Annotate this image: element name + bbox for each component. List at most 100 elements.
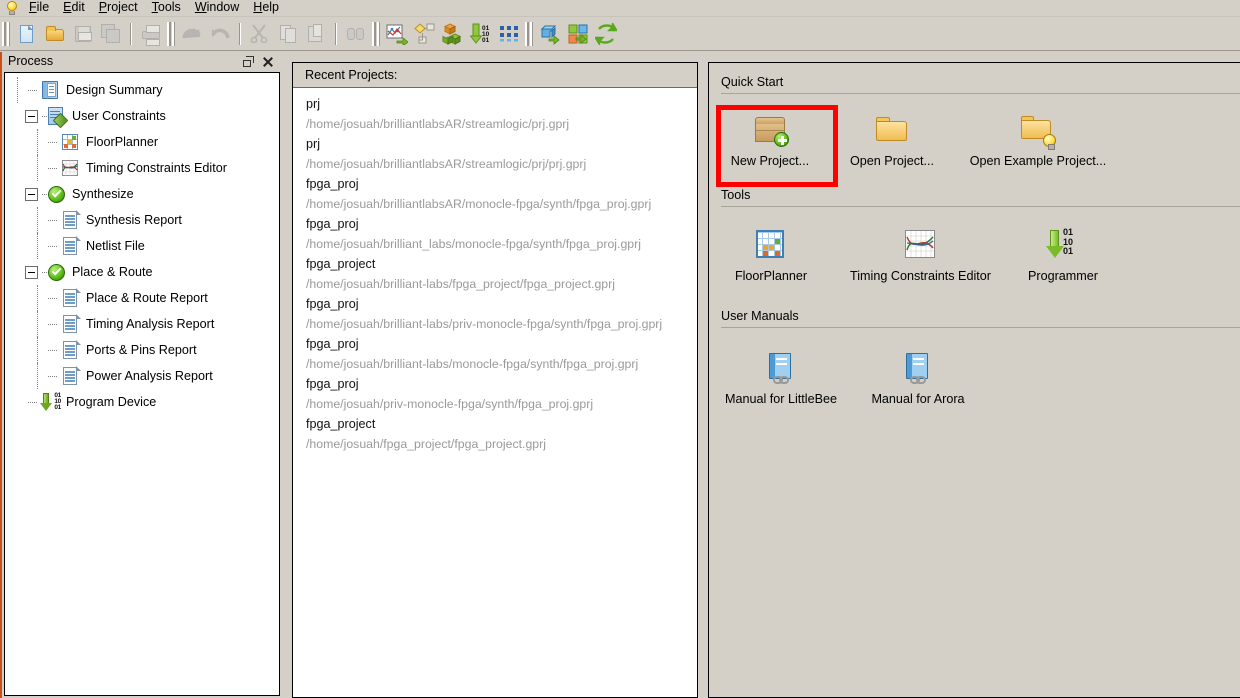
manual-arora-tile[interactable]: Manual for Arora xyxy=(853,346,983,410)
flow-diagram-button[interactable] xyxy=(412,21,438,47)
list-item[interactable]: prj /home/josuah/brilliantlabsAR/streaml… xyxy=(293,95,697,135)
recent-projects-panel: Recent Projects: prj /home/josuah/brilli… xyxy=(292,62,698,698)
manual-arora-label: Manual for Arora xyxy=(871,392,965,406)
tree-expander[interactable] xyxy=(25,187,38,201)
open-folder-icon xyxy=(44,23,66,45)
save-all-button[interactable] xyxy=(98,21,124,47)
pin-dots-icon xyxy=(498,23,520,45)
list-item[interactable]: fpga_proj /home/josuah/brilliant_labs/mo… xyxy=(293,215,697,255)
colored-cubes-icon xyxy=(441,23,464,45)
tree-item-synthesize[interactable]: Synthesize xyxy=(5,181,279,207)
recent-project-name: fpga_proj xyxy=(306,297,359,311)
menu-project[interactable]: Project xyxy=(92,0,145,17)
new-project-tile[interactable]: New Project... xyxy=(709,108,831,172)
tree-item-timing-analysis-report[interactable]: Timing Analysis Report xyxy=(5,311,279,337)
save-button[interactable] xyxy=(70,21,96,47)
tree-item-place-and-route-report[interactable]: Place & Route Report xyxy=(5,285,279,311)
floorplanner-tile[interactable]: FloorPlanner xyxy=(709,223,833,287)
copy-button[interactable] xyxy=(275,21,301,47)
new-file-button[interactable] xyxy=(14,21,40,47)
process-dock-titlebar: Process xyxy=(2,52,280,70)
programmer-tile[interactable]: 01 10 01 Programmer xyxy=(1008,223,1118,287)
restore-icon[interactable] xyxy=(243,55,254,67)
tree-item-floorplanner[interactable]: FloorPlanner xyxy=(5,129,279,155)
toolbar: 01 10 01 xyxy=(0,18,1240,51)
run-synthesis-button[interactable] xyxy=(384,21,410,47)
recent-projects-header-label: Recent Projects: xyxy=(305,68,398,82)
recent-project-name: prj xyxy=(306,97,320,111)
process-tree-pane[interactable]: Design Summary User Constraints FloorPla… xyxy=(4,72,280,696)
menu-window[interactable]: Window xyxy=(188,0,246,17)
add-ip-button[interactable] xyxy=(537,21,563,47)
open-project-tile[interactable]: Open Project... xyxy=(831,108,953,172)
close-icon[interactable] xyxy=(262,56,273,67)
toolbar-separator-1 xyxy=(130,23,132,45)
manual-littlebee-label: Manual for LittleBee xyxy=(724,392,837,406)
manual-book-icon xyxy=(761,350,801,386)
tree-item-timing-constraints-editor[interactable]: Timing Constraints Editor xyxy=(5,155,279,181)
refresh-button[interactable] xyxy=(593,20,619,48)
tree-item-ports-and-pins-report[interactable]: Ports & Pins Report xyxy=(5,337,279,363)
paste-button[interactable] xyxy=(303,21,329,47)
tree-expander[interactable] xyxy=(25,109,38,123)
save-icon xyxy=(72,23,94,45)
toolbar-grip-3[interactable] xyxy=(372,22,380,46)
tree-item-user-constraints[interactable]: User Constraints xyxy=(5,103,279,129)
tree-item-program-device[interactable]: 01 10 01 Program Device xyxy=(5,389,279,415)
tree-guide xyxy=(31,155,45,181)
toolbar-grip-2[interactable] xyxy=(167,22,175,46)
list-item[interactable]: fpga_project /home/josuah/fpga_project/f… xyxy=(293,415,697,455)
download-bitstream-button[interactable]: 01 10 01 xyxy=(468,21,494,47)
open-example-project-tile[interactable]: Open Example Project... xyxy=(953,108,1123,172)
process-dock-panel: Process Design Summary User Constraints … xyxy=(0,52,280,698)
blocks-button[interactable] xyxy=(440,21,466,47)
map-button[interactable] xyxy=(565,21,591,47)
report-icon xyxy=(59,365,81,387)
open-file-button[interactable] xyxy=(42,21,68,47)
manual-book-icon xyxy=(898,350,938,386)
toolbar-grip[interactable] xyxy=(2,22,10,46)
timing-constraints-editor-tile[interactable]: Timing Constraints Editor xyxy=(833,223,1008,287)
list-item[interactable]: fpga_proj /home/josuah/brilliant-labs/pr… xyxy=(293,295,697,335)
splitter-left[interactable] xyxy=(280,52,292,698)
menu-tools[interactable]: Tools xyxy=(145,0,188,17)
list-item[interactable]: fpga_proj /home/josuah/priv-monocle-fpga… xyxy=(293,375,697,415)
tree-item-netlist-file[interactable]: Netlist File xyxy=(5,233,279,259)
menu-help[interactable]: Help xyxy=(246,0,286,17)
tree-item-label: Place & Route Report xyxy=(86,291,208,305)
recent-project-path: /home/josuah/priv-monocle-fpga/synth/fpg… xyxy=(306,397,594,411)
menu-help-label-rest: elp xyxy=(262,0,280,14)
redo-button[interactable] xyxy=(207,21,233,47)
undo-button[interactable] xyxy=(179,21,205,47)
cut-button[interactable] xyxy=(247,21,273,47)
tree-item-design-summary[interactable]: Design Summary xyxy=(5,77,279,103)
find-button[interactable] xyxy=(343,21,369,47)
floorplanner-label: FloorPlanner xyxy=(734,269,808,283)
print-button[interactable] xyxy=(138,21,164,47)
list-item[interactable]: prj /home/josuah/brilliantlabsAR/streaml… xyxy=(293,135,697,175)
report-icon xyxy=(59,339,81,361)
blue-chip-arrow-icon xyxy=(539,23,561,45)
pins-button[interactable] xyxy=(496,21,522,47)
manual-littlebee-tile[interactable]: Manual for LittleBee xyxy=(709,346,853,410)
list-item[interactable]: fpga_project /home/josuah/brilliant-labs… xyxy=(293,255,697,295)
tree-item-synthesis-report[interactable]: Synthesis Report xyxy=(5,207,279,233)
tree-expander[interactable] xyxy=(25,265,38,279)
quick-start-section-title: Quick Start xyxy=(721,75,784,89)
tree-item-label: User Constraints xyxy=(72,109,166,123)
list-item[interactable]: fpga_proj /home/josuah/brilliant-labs/mo… xyxy=(293,335,697,375)
save-all-icon xyxy=(100,23,122,45)
list-item[interactable]: fpga_proj /home/josuah/brilliantlabsAR/m… xyxy=(293,175,697,215)
new-project-label: New Project... xyxy=(730,154,810,168)
recent-project-path: /home/josuah/brilliant-labs/fpga_project… xyxy=(306,277,615,291)
tree-item-label: Ports & Pins Report xyxy=(86,343,197,357)
open-example-project-icon xyxy=(1018,112,1058,150)
open-example-project-label: Open Example Project... xyxy=(969,154,1107,168)
tree-item-place-and-route[interactable]: Place & Route xyxy=(5,259,279,285)
new-file-icon xyxy=(16,23,38,45)
tools-section-title: Tools xyxy=(721,188,751,202)
menu-file[interactable]: File xyxy=(22,0,56,17)
menu-edit[interactable]: Edit xyxy=(56,0,92,17)
tree-item-power-analysis-report[interactable]: Power Analysis Report xyxy=(5,363,279,389)
toolbar-grip-4[interactable] xyxy=(525,22,533,46)
